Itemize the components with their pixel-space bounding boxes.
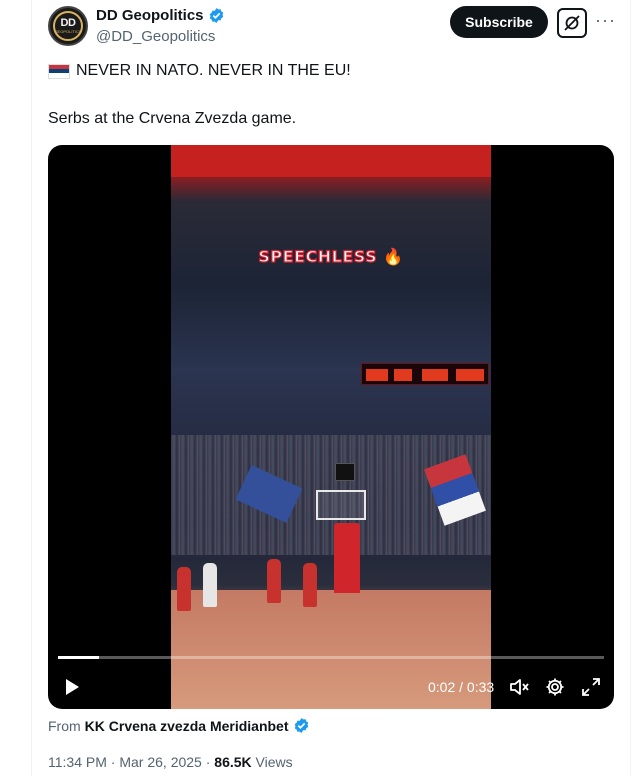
- video-progress-fill: [58, 656, 99, 659]
- subscribe-button[interactable]: Subscribe: [450, 6, 548, 38]
- grok-glyph-icon: [564, 15, 580, 31]
- tweet-text-line-1: NEVER IN NATO. NEVER IN THE EU!: [48, 62, 351, 80]
- hoop-stanchion: [334, 523, 360, 593]
- avatar-text: DD: [60, 17, 76, 29]
- author-handle[interactable]: @DD_Geopolitics: [96, 28, 215, 45]
- avatar-subtext: GEOPOLITICS: [54, 29, 82, 34]
- grok-icon[interactable]: [557, 8, 587, 38]
- fullscreen-icon[interactable]: [580, 676, 602, 698]
- arena-banner: [171, 145, 491, 177]
- play-icon[interactable]: [62, 677, 82, 697]
- tweet-time[interactable]: 11:34 PM: [48, 754, 107, 770]
- video-player[interactable]: SPEECHLESS 🔥 0:02 / 0:33: [48, 145, 614, 709]
- avatar-logo: DD GEOPOLITICS: [53, 11, 83, 41]
- video-attribution: From KK Crvena zvezda Meridianbet: [48, 717, 310, 734]
- attribution-source-link[interactable]: KK Crvena zvezda Meridianbet: [85, 718, 289, 734]
- tweet-meta: 11:34 PM · Mar 26, 2025 · 86.5K Views: [48, 754, 293, 770]
- shot-clock: [335, 463, 355, 481]
- views-label: Views: [255, 754, 293, 770]
- video-time: 0:02 / 0:33: [428, 679, 495, 695]
- video-progress-bar[interactable]: [58, 656, 604, 659]
- player: [177, 567, 191, 611]
- player: [267, 559, 281, 603]
- meta-separator: ·: [205, 754, 211, 770]
- author-name-row[interactable]: DD Geopolitics: [96, 7, 225, 24]
- avatar[interactable]: DD GEOPOLITICS: [48, 6, 88, 46]
- arena-scoreboard: [361, 363, 489, 385]
- serbia-flag-icon: [48, 63, 70, 79]
- player: [203, 563, 217, 607]
- more-options-icon[interactable]: ···: [595, 10, 616, 31]
- meta-separator: ·: [110, 754, 116, 770]
- basketball-hoop: [316, 490, 366, 520]
- verified-badge-icon: [209, 8, 223, 23]
- tweet-text-1: NEVER IN NATO. NEVER IN THE EU!: [76, 62, 351, 79]
- attribution-prefix: From: [48, 717, 81, 734]
- video-overlay-caption: SPEECHLESS 🔥: [258, 246, 404, 266]
- tweet-text-line-2: Serbs at the Crvena Zvezda game.: [48, 110, 297, 127]
- views-count: 86.5K: [214, 754, 252, 770]
- mute-icon[interactable]: [508, 676, 530, 698]
- tweet-date[interactable]: Mar 26, 2025: [119, 754, 202, 770]
- author-display-name[interactable]: DD Geopolitics: [96, 7, 204, 24]
- player: [303, 563, 317, 607]
- video-frame[interactable]: SPEECHLESS 🔥: [171, 145, 491, 709]
- settings-gear-icon[interactable]: [544, 676, 566, 698]
- verified-badge-icon: [294, 718, 308, 733]
